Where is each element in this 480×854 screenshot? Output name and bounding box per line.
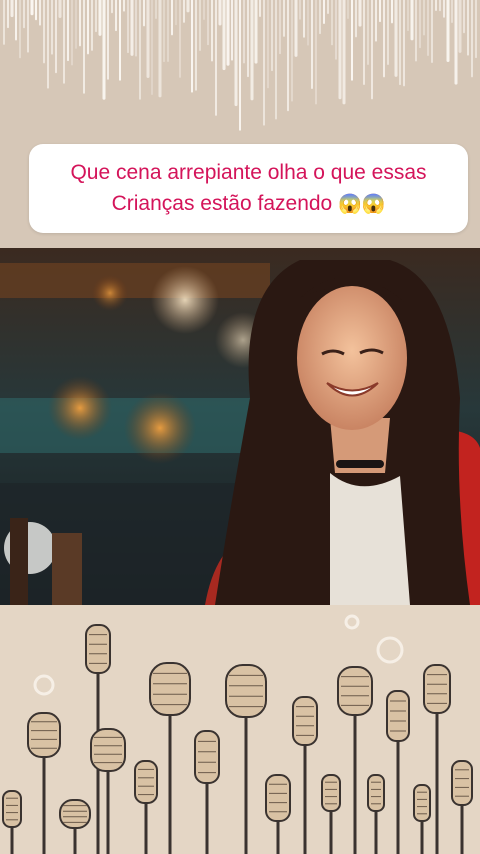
caption-line-2: Crianças estão fazendo 😱😱 xyxy=(112,188,386,220)
video-frame[interactable] xyxy=(0,248,480,605)
screaming-face-emoji-icon: 😱😱 xyxy=(338,194,386,215)
caption-line-1: Que cena arrepiante olha o que essas xyxy=(70,161,427,184)
video-still-image xyxy=(0,248,480,605)
caption-line-2-text: Crianças estão fazendo xyxy=(111,192,333,215)
caption-card: Que cena arrepiante olha o que essas Cri… xyxy=(29,144,468,233)
vintage-microphones-illustration xyxy=(0,605,480,854)
